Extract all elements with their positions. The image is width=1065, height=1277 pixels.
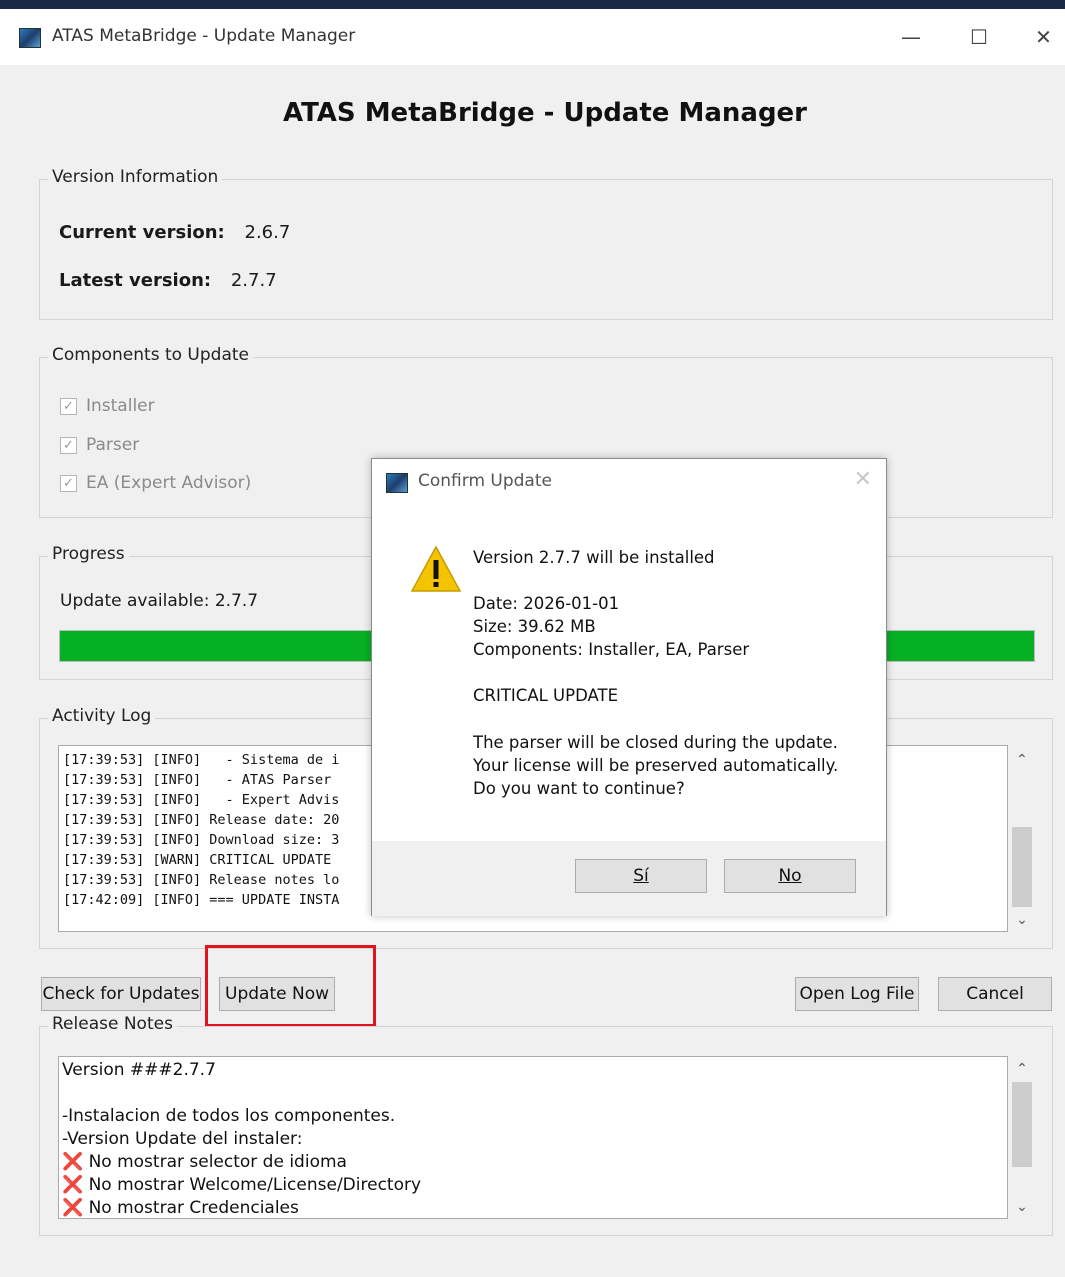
release-note-line: ❌ No mostrar selector de idioma [62,1152,347,1172]
title-bar: ATAS MetaBridge - Update Manager — ☐ ✕ [0,9,1065,65]
window-top-accent [0,0,1065,9]
current-version-label: Current version: [59,222,225,243]
check-updates-button[interactable]: Check for Updates [41,977,201,1011]
checkmark-icon: ✓ [60,397,77,415]
version-info-group: Version Information [39,167,1053,320]
release-notes-label: Release Notes [48,1014,177,1034]
update-now-highlight [205,945,376,1027]
dialog-message-3: Do you want to continue? [473,779,685,798]
app-icon [386,473,408,493]
scroll-up-icon[interactable]: ⌃ [1009,1058,1035,1080]
dialog-date: Date: 2026-01-01 [473,594,620,613]
parser-checkbox[interactable]: ✓ Parser [60,435,139,455]
progress-status: Update available: 2.7.7 [60,591,259,611]
log-scrollbar[interactable]: ⌃ ⌄ [1009,745,1035,932]
log-scroll-thumb[interactable] [1012,827,1032,907]
scroll-down-icon[interactable]: ⌄ [1009,1196,1035,1218]
dialog-critical: CRITICAL UPDATE [473,686,618,705]
window-title: ATAS MetaBridge - Update Manager [52,26,356,46]
installer-label: Installer [86,396,155,416]
dialog-size: Size: 39.62 MB [473,617,596,636]
latest-version-value: 2.7.7 [230,270,277,291]
close-button[interactable]: ✕ [1022,19,1065,55]
ea-checkbox[interactable]: ✓ EA (Expert Advisor) [60,473,251,493]
current-version-row: Current version: 2.6.7 [59,222,290,243]
release-note-line: -Version Update del instaler: [62,1129,303,1149]
dialog-title: Confirm Update [418,471,552,491]
release-note-line: Version ###2.7.7 [62,1060,216,1080]
release-notes-text[interactable]: Version ###2.7.7 -Instalacion de todos lo… [58,1056,1008,1219]
cancel-button[interactable]: Cancel [938,977,1052,1011]
page-title: ATAS MetaBridge - Update Manager [282,98,808,128]
dialog-message-2: Your license will be preserved automatic… [473,756,839,775]
dialog-footer: Sí No [372,841,886,916]
confirm-update-dialog: Confirm Update ✕ Version 2.7.7 will be i… [371,458,887,916]
release-note-line: ❌ No mostrar Credenciales [62,1198,299,1218]
dialog-headline: Version 2.7.7 will be installed [473,548,715,567]
notes-scrollbar[interactable]: ⌃ ⌄ [1009,1056,1035,1219]
latest-version-row: Latest version: 2.7.7 [59,270,277,291]
progress-label: Progress [48,544,129,564]
activity-log-label: Activity Log [48,706,156,726]
version-info-label: Version Information [48,167,223,187]
notes-scroll-thumb[interactable] [1012,1082,1032,1167]
installer-checkbox[interactable]: ✓ Installer [60,396,155,416]
latest-version-label: Latest version: [59,270,212,291]
checkmark-icon: ✓ [60,436,77,454]
scroll-up-icon[interactable]: ⌃ [1009,749,1035,771]
release-note-line: ❌ No mostrar Welcome/License/Directory [62,1175,422,1195]
minimize-button[interactable]: — [886,19,936,55]
current-version-value: 2.6.7 [244,222,291,243]
release-note-line [62,1082,1004,1105]
dialog-message-1: The parser will be closed during the upd… [473,733,838,752]
dialog-close-button[interactable]: ✕ [854,467,872,492]
components-label: Components to Update [48,345,253,365]
dialog-components: Components: Installer, EA, Parser [473,640,750,659]
yes-button[interactable]: Sí [575,859,707,893]
maximize-button[interactable]: ☐ [954,19,1004,55]
warning-icon [410,545,462,592]
ea-label: EA (Expert Advisor) [86,473,252,493]
app-icon [19,28,41,48]
open-log-button[interactable]: Open Log File [795,977,919,1011]
release-note-line: -Instalacion de todos los componentes. [62,1106,396,1126]
scroll-down-icon[interactable]: ⌄ [1009,909,1035,931]
parser-label: Parser [86,435,140,455]
checkmark-icon: ✓ [60,474,77,492]
no-button[interactable]: No [724,859,856,893]
